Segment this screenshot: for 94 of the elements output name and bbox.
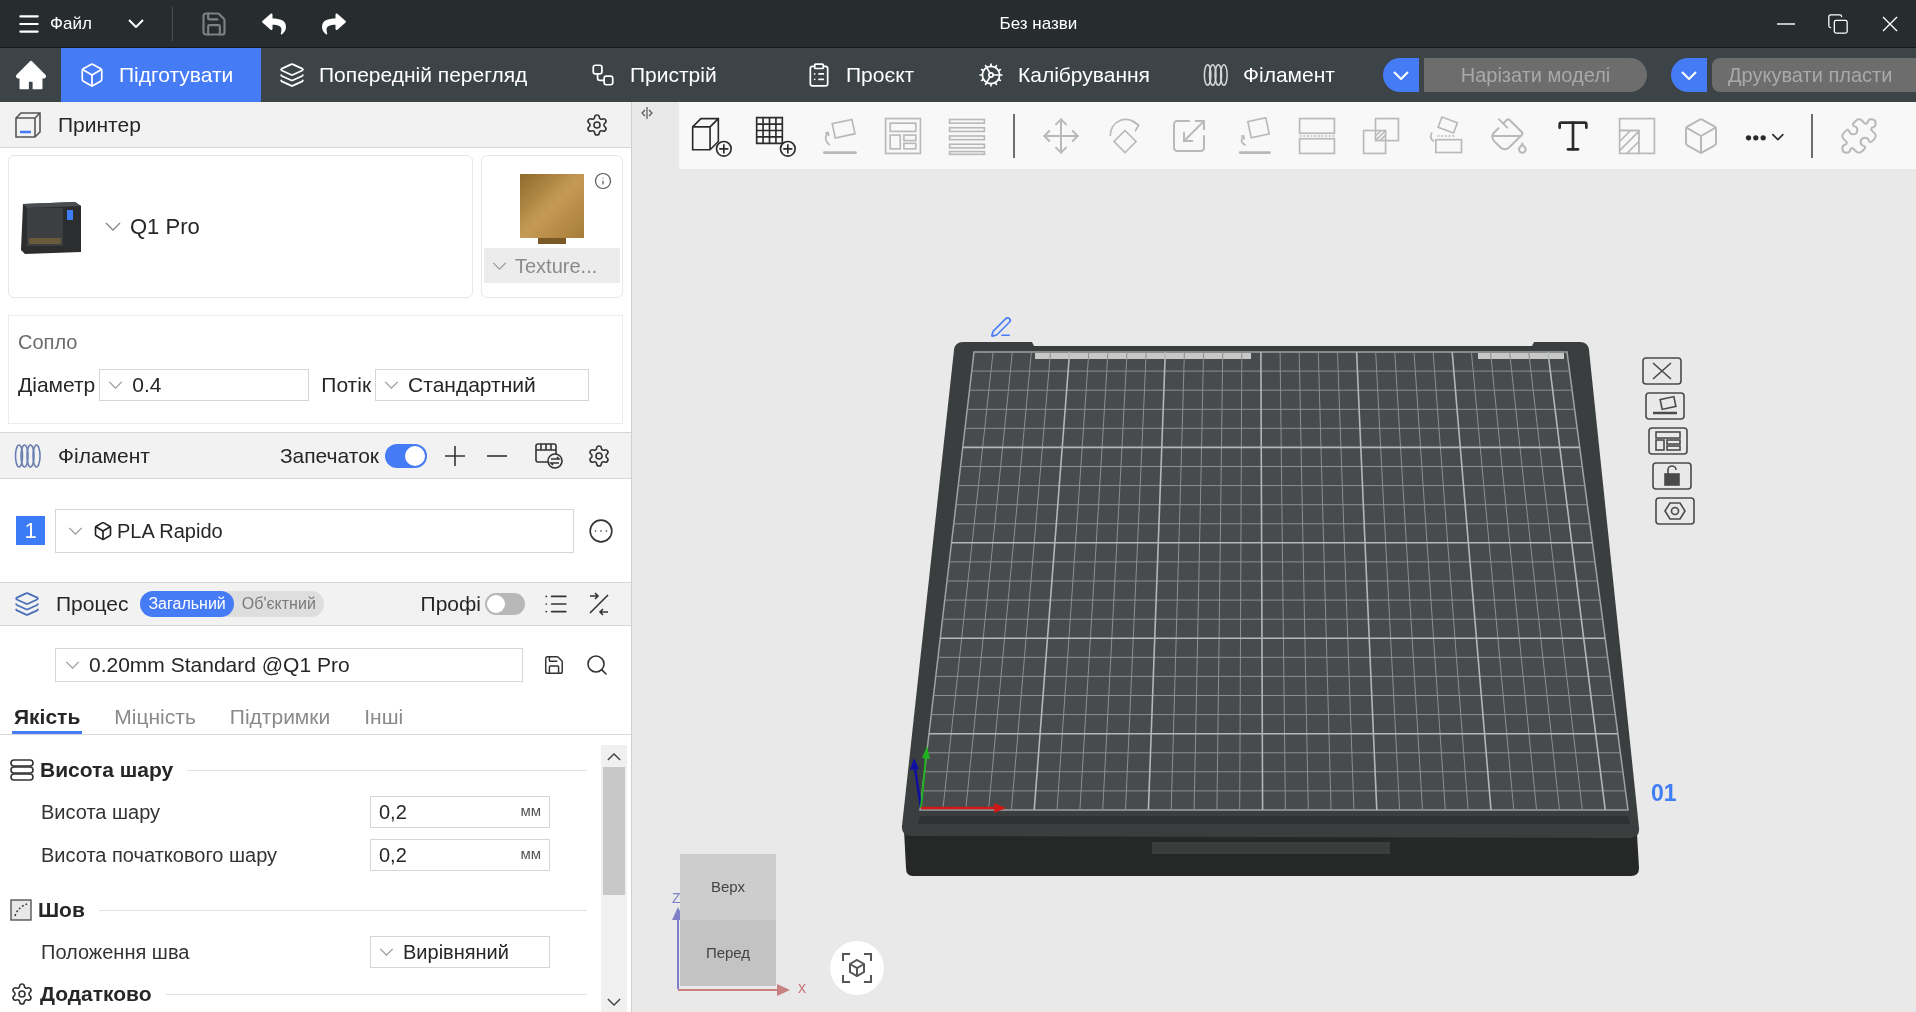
minimize-icon xyxy=(1777,22,1795,25)
remove-icon[interactable] xyxy=(487,454,507,457)
window-title: Без назви xyxy=(999,12,1078,35)
axis-label: x xyxy=(798,980,806,996)
main-tab[interactable]: Проєкт xyxy=(788,48,960,102)
main-tab[interactable]: Підготувати xyxy=(61,48,261,102)
spool-icon xyxy=(14,441,42,470)
diameter-dropdown[interactable]: 0.4 xyxy=(99,369,310,401)
scrollbar-thumb[interactable] xyxy=(603,767,625,895)
restore-icon xyxy=(1827,12,1849,35)
dropdown-toggle[interactable] xyxy=(1383,58,1419,92)
more-icon[interactable] xyxy=(588,517,614,544)
field-label: Діаметр xyxy=(18,372,96,399)
settings-icon[interactable] xyxy=(587,443,611,468)
dropdown-toggle[interactable] xyxy=(1671,58,1707,92)
connected-boxes-icon xyxy=(590,62,616,88)
cube-icon xyxy=(79,62,105,88)
pencil-icon[interactable] xyxy=(990,316,1012,338)
clipboard-list-icon xyxy=(806,62,832,88)
caret-icon xyxy=(1393,70,1409,80)
plate-texture-drawing xyxy=(520,174,584,244)
spool-icon xyxy=(1203,62,1229,88)
chevron-down-icon xyxy=(68,526,83,535)
number-field[interactable]: 0,2 мм xyxy=(370,795,550,828)
add-icon[interactable] xyxy=(445,445,465,466)
nozzle-title: Сопло xyxy=(18,330,78,355)
number-field[interactable]: 0,2 мм xyxy=(370,838,550,871)
cog-icon xyxy=(978,62,1004,88)
chevron-up-icon[interactable] xyxy=(607,753,621,761)
toggle-label: Запечаток xyxy=(279,442,379,469)
caret-icon xyxy=(127,19,144,28)
grid-swap-icon[interactable] xyxy=(535,442,563,469)
group-title: Додатково xyxy=(40,981,152,1008)
search-icon[interactable] xyxy=(585,653,609,677)
settings-icon[interactable] xyxy=(585,112,609,137)
section-title: Філамент xyxy=(58,442,150,469)
mode-option[interactable]: Загальний xyxy=(140,591,234,617)
section-title: Принтер xyxy=(58,111,141,138)
caret-icon xyxy=(1681,70,1697,80)
chevron-down-icon xyxy=(65,661,80,669)
setting-label: Положення шва xyxy=(41,939,190,965)
chevron-down-icon[interactable] xyxy=(607,998,621,1006)
info-icon[interactable] xyxy=(594,172,612,190)
settings-tab[interactable]: Якість xyxy=(12,701,83,734)
tilted-square-icon[interactable] xyxy=(1645,392,1685,420)
field-label: Потік xyxy=(321,372,372,399)
cube-icon xyxy=(93,520,113,541)
filament-slot-number[interactable]: 1 xyxy=(16,516,45,545)
main-tab[interactable]: Пристрій xyxy=(572,48,788,102)
lock-icon[interactable] xyxy=(1652,462,1692,490)
diagonal-arrows-icon[interactable] xyxy=(587,592,611,616)
close-icon[interactable] xyxy=(1642,357,1682,385)
main-tab[interactable]: Попередній перегляд xyxy=(261,48,572,102)
toggle-label: Профі xyxy=(420,591,481,618)
afterprint-toggle[interactable] xyxy=(385,443,427,468)
main-tab[interactable]: Калібрування xyxy=(960,48,1185,102)
undo-icon xyxy=(261,11,286,36)
flow-dropdown[interactable]: Стандартний xyxy=(375,369,590,401)
group-title: Шов xyxy=(38,897,85,924)
chevron-down-icon xyxy=(492,261,507,270)
home-icon[interactable] xyxy=(13,58,48,92)
axis-label: Z xyxy=(672,891,681,905)
setting-dropdown[interactable]: Вирівняний xyxy=(370,935,550,968)
group-title: Висота шару xyxy=(40,757,174,784)
setting-label: Висота початкового шару xyxy=(41,842,278,868)
settings-icon xyxy=(10,982,34,1006)
pro-toggle[interactable] xyxy=(485,593,525,615)
collapse-icon[interactable] xyxy=(640,106,654,120)
chevron-down-icon xyxy=(379,947,394,956)
scan-cube-icon xyxy=(842,953,872,983)
stacked-layers-icon xyxy=(10,759,34,781)
view-cube-front-face[interactable]: Перед xyxy=(680,920,776,986)
plate-number: 01 xyxy=(1651,779,1677,808)
scrollbar[interactable] xyxy=(601,745,627,1012)
dotted-square-icon xyxy=(10,899,32,921)
redo-icon xyxy=(321,11,346,36)
preset-dropdown[interactable]: 0.20mm Standard @Q1 Pro xyxy=(55,648,523,682)
layout-icon[interactable] xyxy=(1648,427,1688,455)
save-icon[interactable] xyxy=(543,654,565,676)
main-tab[interactable]: Філамент xyxy=(1185,48,1375,102)
chevron-down-icon xyxy=(384,381,400,389)
printer-dropdown[interactable]: Q1 Pro xyxy=(105,210,200,243)
section-title: Процес xyxy=(56,591,129,618)
filament-dropdown[interactable]: PLA Rapido xyxy=(55,508,574,553)
setting-label: Висота шару xyxy=(41,799,161,825)
layers-icon xyxy=(279,62,305,88)
chevron-down-icon xyxy=(105,222,121,231)
printer-icon xyxy=(14,111,42,138)
view-cube-top-face[interactable]: Верх xyxy=(680,854,776,920)
close-icon xyxy=(1882,15,1898,32)
chevron-down-icon xyxy=(108,381,124,389)
layers-icon xyxy=(14,591,40,617)
file-menu-button[interactable]: Файл xyxy=(16,5,144,42)
save-icon xyxy=(199,9,228,38)
